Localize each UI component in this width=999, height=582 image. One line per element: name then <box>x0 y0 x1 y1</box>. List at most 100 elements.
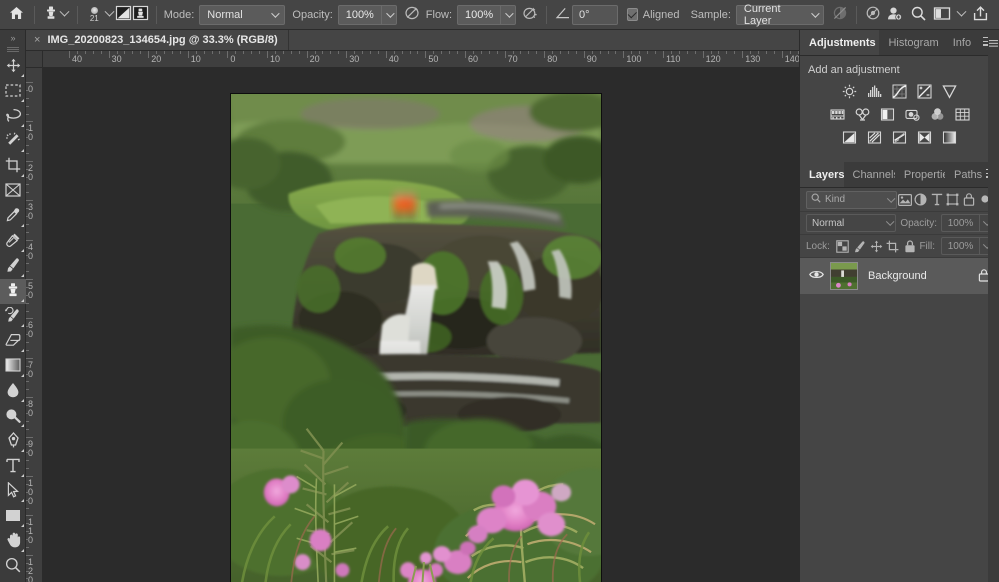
horizontal-ruler[interactable]: 40 30 20 10 0 10 20 30 40 50 60 70 80 90 100 110 120 130 1… <box>43 51 799 68</box>
layer-opacity-input[interactable]: 100% <box>941 214 979 232</box>
color-lookup-adjustment[interactable] <box>954 106 970 122</box>
tab-layers[interactable]: Layers <box>800 162 844 187</box>
channel-mixer-adjustment[interactable] <box>929 106 945 122</box>
document-image[interactable] <box>230 93 602 582</box>
gradient-tool[interactable] <box>0 354 26 379</box>
toggle-brush-settings-panel[interactable] <box>115 4 132 25</box>
prevent-nesting[interactable] <box>886 237 900 255</box>
canvas-viewport[interactable] <box>43 68 799 582</box>
brush-angle-input[interactable]: 0° <box>572 4 619 25</box>
ruler-origin-corner[interactable] <box>26 51 43 68</box>
opacity-input[interactable]: 100% <box>337 4 382 25</box>
layer-filter-kind-select[interactable]: Kind <box>806 190 897 209</box>
lock-all[interactable] <box>903 237 917 255</box>
layers-panel-tabs: Layers Channels Propertie Paths <box>800 162 999 188</box>
clone-stamp-tool[interactable] <box>0 279 26 304</box>
vibrance-adjustment[interactable] <box>942 83 958 99</box>
lock-position[interactable] <box>869 237 883 255</box>
type-tool[interactable] <box>0 454 26 479</box>
share-export-button[interactable] <box>968 4 992 26</box>
brush-preset-picker[interactable]: 21 <box>84 3 104 27</box>
pressure-controls-size-button[interactable] <box>864 4 882 26</box>
rectangle-tool[interactable] <box>0 504 26 529</box>
layer-visibility-toggle[interactable] <box>806 269 826 283</box>
exposure-adjustment[interactable] <box>917 83 933 99</box>
filter-shape-layers[interactable] <box>945 191 961 209</box>
vertical-ruler[interactable]: 0 10 20 30 40 50 60 70 80 90 100 110 120 <box>26 68 43 582</box>
tool-preset-chevron[interactable] <box>59 4 70 26</box>
history-brush-tool[interactable] <box>0 304 26 329</box>
lock-image-pixels[interactable] <box>853 237 867 255</box>
zoom-tool[interactable] <box>0 554 26 579</box>
filter-smart-objects[interactable] <box>961 191 977 209</box>
document-tab[interactable]: × IMG_20200823_134654.jpg @ 33.3% (RGB/8… <box>26 30 289 50</box>
tools-drag-handle[interactable] <box>0 45 25 54</box>
collaborate-button[interactable] <box>882 4 906 26</box>
tab-adjustments[interactable]: Adjustments <box>800 30 880 55</box>
hand-tool[interactable] <box>0 529 26 554</box>
threshold-adjustment[interactable] <box>892 129 908 145</box>
flow-chevron[interactable] <box>501 4 517 25</box>
home-button[interactable] <box>6 3 27 27</box>
gradient-map-adjustment[interactable] <box>917 129 933 145</box>
filter-type-layers[interactable] <box>929 191 945 209</box>
blend-mode-select[interactable]: Normal <box>199 4 285 25</box>
object-selection-tool[interactable] <box>0 129 26 154</box>
brightness-contrast-adjustment[interactable] <box>842 83 858 99</box>
layer-row-background[interactable]: Background <box>800 258 999 294</box>
workspace-switcher-button[interactable] <box>930 4 954 26</box>
path-selection-tool[interactable] <box>0 479 26 504</box>
layer-thumbnail[interactable] <box>830 262 858 290</box>
brush-preset-chevron[interactable] <box>104 4 115 26</box>
black-white-adjustment[interactable] <box>879 106 895 122</box>
toggle-clone-source-panel[interactable] <box>132 4 149 25</box>
color-balance-adjustment[interactable] <box>854 106 870 122</box>
curves-adjustment[interactable] <box>892 83 908 99</box>
spot-healing-brush-tool[interactable] <box>0 229 26 254</box>
brush-tool[interactable] <box>0 254 26 279</box>
lock-transparent-pixels[interactable] <box>836 237 850 255</box>
workspace-chevron-icon[interactable] <box>954 4 968 26</box>
hue-saturation-adjustment[interactable] <box>829 106 845 122</box>
dodge-tool[interactable] <box>0 404 26 429</box>
blur-tool[interactable] <box>0 379 26 404</box>
flow-input[interactable]: 100% <box>457 4 502 25</box>
crop-tool[interactable] <box>0 154 26 179</box>
tab-properties[interactable]: Propertie <box>894 162 945 187</box>
tab-channels[interactable]: Channels <box>843 162 895 187</box>
current-tool-button[interactable] <box>42 4 59 25</box>
layer-blend-mode-select[interactable]: Normal <box>806 214 897 232</box>
dock-collapse-rail[interactable] <box>988 30 999 582</box>
close-icon[interactable]: × <box>34 34 40 46</box>
layer-fill-input[interactable]: 100% <box>941 237 979 255</box>
dock-grip[interactable] <box>988 30 999 56</box>
eraser-tool[interactable] <box>0 329 26 354</box>
aligned-checkbox[interactable] <box>627 8 638 21</box>
filter-pixel-layers[interactable] <box>897 191 913 209</box>
airbrush-button[interactable] <box>521 4 539 26</box>
ruler-tick <box>385 51 387 58</box>
tab-info[interactable]: Info <box>943 30 979 55</box>
selective-color-adjustment[interactable] <box>942 129 958 145</box>
tab-paths[interactable]: Paths <box>944 162 984 187</box>
rectangular-marquee-tool[interactable] <box>0 79 26 104</box>
collapse-tools-button[interactable]: » <box>0 30 25 45</box>
opacity-chevron[interactable] <box>381 4 397 25</box>
pressure-controls-opacity-button[interactable] <box>403 4 421 26</box>
eyedropper-tool[interactable] <box>0 204 26 229</box>
ignore-adjustment-layers-button[interactable] <box>831 4 849 26</box>
levels-adjustment[interactable] <box>867 83 883 99</box>
posterize-adjustment[interactable] <box>867 129 883 145</box>
lasso-tool[interactable] <box>0 104 26 129</box>
invert-adjustment[interactable] <box>842 129 858 145</box>
filter-adjustment-layers[interactable] <box>913 191 929 209</box>
frame-tool[interactable] <box>0 179 26 204</box>
layer-thumbnail-image <box>831 263 857 289</box>
search-button[interactable] <box>906 4 930 26</box>
brush-angle-button[interactable] <box>554 4 572 26</box>
tab-histogram[interactable]: Histogram <box>879 30 944 55</box>
pen-tool[interactable] <box>0 429 26 454</box>
move-tool[interactable] <box>0 54 26 79</box>
sample-select[interactable]: Current Layer <box>735 3 825 27</box>
photo-filter-adjustment[interactable] <box>904 106 920 122</box>
